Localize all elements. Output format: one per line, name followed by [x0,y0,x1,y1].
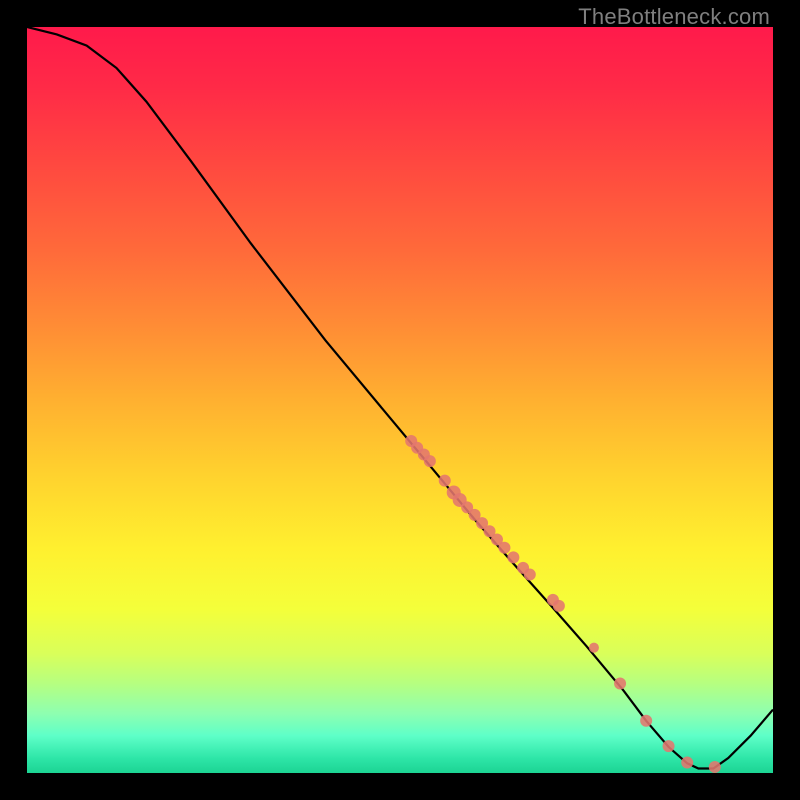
bottleneck-curve [27,27,773,769]
chart-svg [27,27,773,773]
data-point [663,740,675,752]
marker-layer [405,435,721,773]
data-point [681,757,693,769]
data-point [524,569,536,581]
data-point [439,475,451,487]
chart-frame: TheBottleneck.com [0,0,800,800]
data-point [507,551,519,563]
data-point [498,542,510,554]
data-point [640,715,652,727]
data-point [424,455,436,467]
plot-area [27,27,773,773]
data-point [614,677,626,689]
curve-layer [27,27,773,769]
data-point [589,643,599,653]
watermark-text: TheBottleneck.com [578,4,770,30]
data-point [709,761,721,773]
data-point [553,600,565,612]
